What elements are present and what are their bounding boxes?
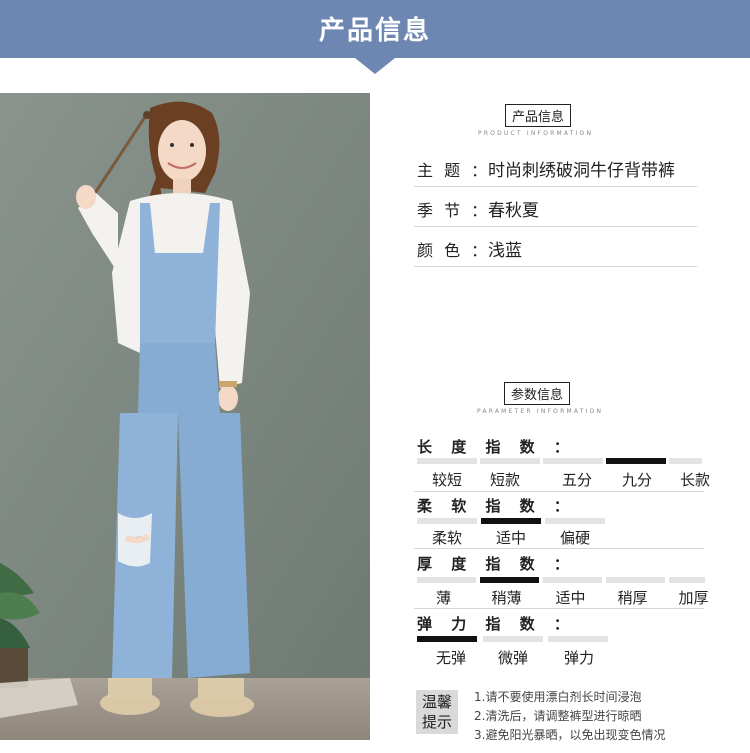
- scale-segment: [543, 577, 602, 583]
- option-label: 偏硬: [559, 529, 590, 547]
- param-title: 弹 力 指 数 ：: [417, 615, 576, 633]
- param-thickness: 厚 度 指 数 ： 薄 稍薄 适中 稍厚 加厚: [414, 553, 709, 609]
- scale-segment: [417, 458, 477, 464]
- option-label: 较短: [431, 471, 462, 489]
- param-elasticity: 弹 力 指 数 ： 无弹 微弹 弹力: [414, 613, 704, 671]
- option-label: 长款: [679, 471, 710, 489]
- info-row-season: 季 节 ： 春秋夏: [414, 188, 697, 227]
- param-info-subtitle: PARAMETER INFORMATION: [477, 408, 604, 415]
- param-title: 长 度 指 数 ：: [417, 438, 576, 456]
- info-row-theme: 主 题 ： 时尚刺绣破洞牛仔背带裤: [414, 148, 697, 187]
- info-value: 浅蓝: [488, 241, 522, 261]
- scale-segment: [417, 518, 477, 524]
- info-label: 季 节 ：: [417, 201, 491, 220]
- scale-segment: [480, 458, 540, 464]
- care-tips-label: 温馨 提示: [416, 690, 458, 734]
- scale-segment-selected: [606, 458, 666, 464]
- info-row-color: 颜 色 ： 浅蓝: [414, 228, 697, 267]
- scale-segment-selected: [417, 636, 477, 642]
- scale-segment-selected: [480, 577, 539, 583]
- option-label: 加厚: [678, 589, 709, 607]
- info-label: 颜 色 ：: [417, 241, 491, 260]
- param-title: 厚 度 指 数 ：: [417, 555, 576, 573]
- option-label: 柔软: [431, 529, 462, 547]
- product-info-tag: 产品信息: [505, 104, 572, 127]
- param-title: 柔 软 指 数 ：: [417, 497, 576, 515]
- scale-segment: [483, 636, 543, 642]
- option-label: 适中: [495, 529, 526, 547]
- scale-segment: [543, 458, 603, 464]
- option-label: 薄: [435, 589, 451, 607]
- care-tip: 2.清洗后，请调整裤型进行晾晒: [474, 709, 642, 723]
- scale-segment: [669, 577, 705, 583]
- care-tip: 3.避免阳光暴晒，以免出现变色情况: [474, 728, 666, 742]
- care-tip: 1.请不要使用漂白剂长时间浸泡: [474, 690, 642, 704]
- model-illustration: [0, 93, 370, 740]
- scale-segment: [669, 458, 702, 464]
- care-tips-label-line2: 提示: [421, 713, 452, 731]
- option-label: 弹力: [563, 649, 594, 667]
- header-banner: 产品信息: [0, 0, 750, 74]
- option-label: 适中: [555, 589, 586, 607]
- info-label: 主 题 ：: [417, 161, 491, 180]
- product-info-subtitle: PRODUCT INFORMATION: [478, 130, 594, 137]
- scale-segment: [545, 518, 605, 524]
- option-label: 五分: [561, 471, 592, 489]
- header-notch: [355, 58, 395, 74]
- product-photo: [0, 93, 370, 740]
- info-value: 春秋夏: [488, 201, 539, 221]
- option-label: 微弹: [497, 649, 528, 667]
- scale-segment: [606, 577, 665, 583]
- param-length: 长 度 指 数 ： 较短 短款 五分 九分 长款: [414, 436, 710, 492]
- care-tips-label-line1: 温馨: [421, 693, 452, 711]
- scale-segment: [417, 577, 476, 583]
- param-info-tag: 参数信息: [504, 382, 571, 405]
- option-label: 无弹: [435, 649, 466, 667]
- option-label: 稍薄: [491, 589, 522, 607]
- option-label: 九分: [621, 471, 652, 489]
- option-label: 稍厚: [617, 589, 648, 607]
- option-label: 短款: [489, 471, 520, 489]
- param-softness: 柔 软 指 数 ： 柔软 适中 偏硬: [414, 495, 704, 549]
- header-title: 产品信息: [318, 16, 431, 46]
- info-value: 时尚刺绣破洞牛仔背带裤: [488, 161, 675, 181]
- scale-segment: [548, 636, 608, 642]
- scale-segment-selected: [481, 518, 541, 524]
